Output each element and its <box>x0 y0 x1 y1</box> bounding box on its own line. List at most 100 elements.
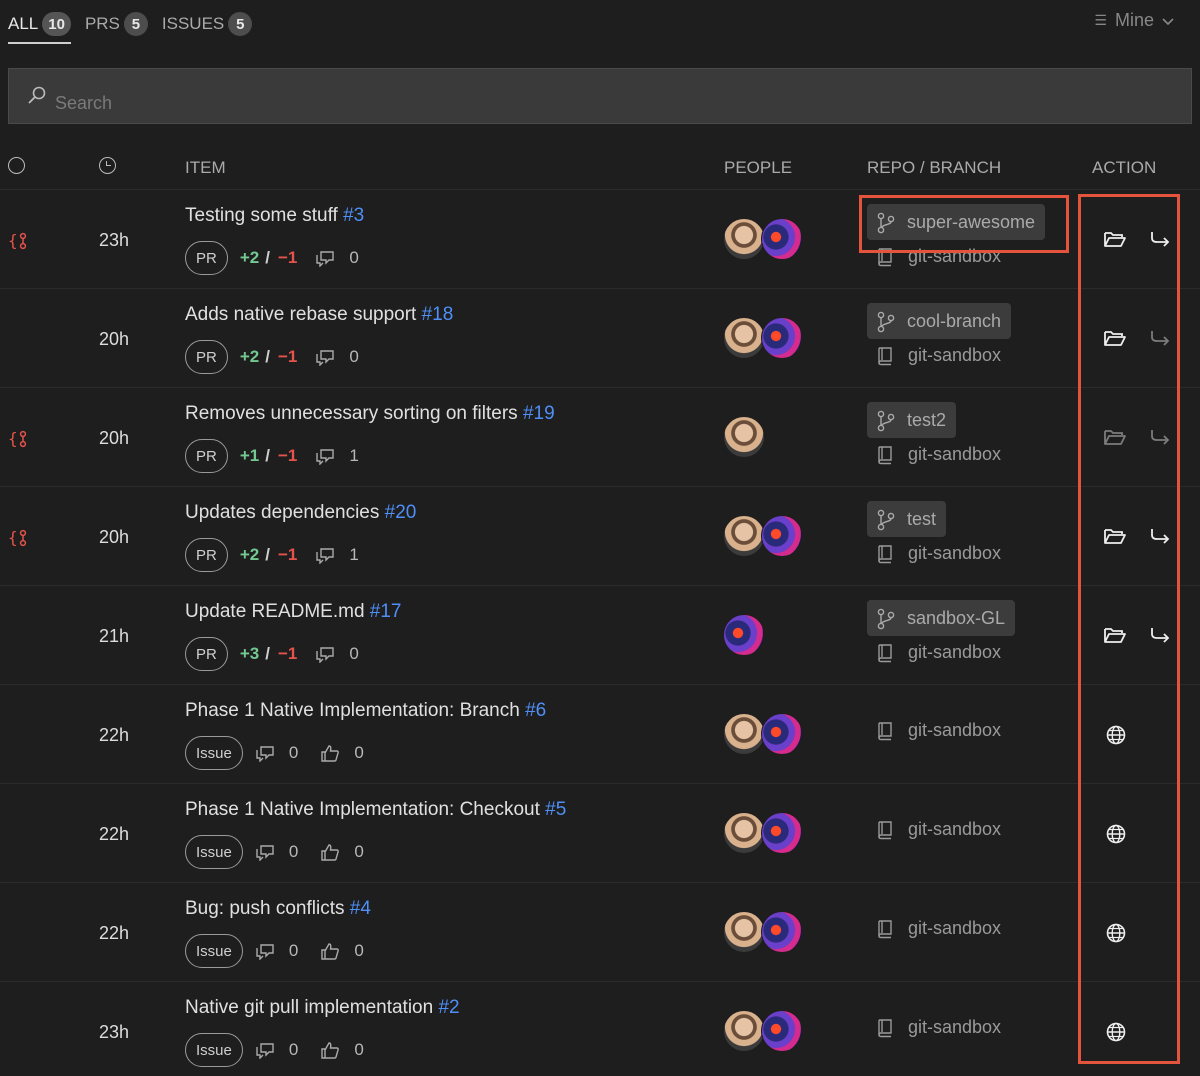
avatar[interactable] <box>723 614 765 656</box>
people-avatars <box>723 317 803 359</box>
branch-chip[interactable]: cool-branch <box>867 303 1012 339</box>
repo-name: git-sandbox <box>908 1017 1002 1037</box>
avatar[interactable] <box>723 218 765 260</box>
diff-separator: / <box>265 446 270 465</box>
avatar[interactable] <box>761 812 803 854</box>
clock-icon <box>99 156 116 174</box>
item-title-link[interactable]: Bug: push conflicts #4 <box>185 898 371 920</box>
people-column-header[interactable]: PEOPLE <box>724 158 844 178</box>
tab-prs[interactable]: PRS 5 <box>85 10 148 38</box>
repo-name: git-sandbox <box>908 444 1002 464</box>
item-title-link[interactable]: Update README.md #17 <box>185 601 402 623</box>
avatar[interactable] <box>723 911 765 953</box>
branch-chip[interactable]: sandbox-GL <box>867 600 1016 636</box>
avatar[interactable] <box>761 515 803 557</box>
item-title-link[interactable]: Updates dependencies #20 <box>185 502 416 524</box>
item-title: Phase 1 Native Implementation: Branch <box>185 700 520 721</box>
avatar[interactable] <box>761 911 803 953</box>
avatar[interactable] <box>723 317 765 359</box>
branch-name: test <box>907 508 937 529</box>
svg-text:{: { <box>8 231 18 250</box>
git-branch-icon <box>877 410 895 432</box>
item-title-link[interactable]: Phase 1 Native Implementation: Checkout … <box>185 799 566 821</box>
time-column-header[interactable] <box>99 156 159 179</box>
item-title: Bug: push conflicts <box>185 898 345 919</box>
branch-name: test2 <box>907 409 947 430</box>
item-number: #20 <box>384 502 417 523</box>
item-column-header[interactable]: ITEM <box>185 158 705 178</box>
filter-dropdown[interactable]: ☰ Mine <box>1094 10 1174 31</box>
issue-row[interactable]: 23h Native git pull implementation #2 Issu… <box>0 982 1200 1076</box>
deletions-count: −1 <box>277 545 298 564</box>
item-type-badge: PR <box>185 538 228 572</box>
repo-name: git-sandbox <box>908 918 1002 938</box>
merge-conflict-icon: { <box>8 429 30 455</box>
repo-label: git-sandbox <box>876 345 1001 366</box>
people-avatars <box>723 218 803 260</box>
repo-icon <box>876 544 894 564</box>
tab-bar: ALL 10 PRS 5 ISSUES 5 <box>8 8 266 44</box>
repo-branch-column-header[interactable]: REPO / BRANCH <box>867 158 1077 178</box>
item-title-link[interactable]: Testing some stuff #3 <box>185 205 364 227</box>
pull-request-row[interactable]: {20h Removes unnecessary sorting on filte… <box>0 388 1200 487</box>
avatar[interactable] <box>761 218 803 260</box>
updated-time: 20h <box>99 428 130 448</box>
comment-count: 1 <box>349 446 359 465</box>
avatar[interactable] <box>723 713 765 755</box>
repo-name: git-sandbox <box>908 642 1002 662</box>
item-title: Removes unnecessary sorting on filters <box>185 403 518 424</box>
branch-name: sandbox-GL <box>907 607 1006 628</box>
pull-request-row[interactable]: 20h Adds native rebase support #18 PR +2 / −1… <box>0 289 1200 388</box>
item-number: #18 <box>421 304 454 325</box>
comment-icon <box>255 1041 275 1060</box>
avatar[interactable] <box>761 1010 803 1052</box>
comment-icon <box>315 447 335 466</box>
avatar[interactable] <box>723 416 765 458</box>
pull-request-row[interactable]: 21h Update README.md #17 PR +3 / −1 0 sandbox-G… <box>0 586 1200 685</box>
repo-label: git-sandbox <box>876 918 1001 939</box>
additions-count: +1 <box>239 446 260 465</box>
item-type-badge: PR <box>185 637 228 671</box>
pull-request-row[interactable]: {20h Updates dependencies #20 PR +2 / −1 1 test… <box>0 487 1200 586</box>
avatar[interactable] <box>723 812 765 854</box>
comment-count: 0 <box>288 941 299 960</box>
search-icon <box>27 86 47 106</box>
tab-issues[interactable]: ISSUES 5 <box>162 10 253 38</box>
branch-chip[interactable]: test <box>867 501 947 537</box>
updated-time: 21h <box>99 626 130 646</box>
item-meta: PR +1 / −1 1 <box>185 439 381 473</box>
issue-row[interactable]: 22h Phase 1 Native Implementation: Checko… <box>0 784 1200 883</box>
item-title-link[interactable]: Native git pull implementation #2 <box>185 997 460 1019</box>
item-number: #5 <box>545 799 567 820</box>
item-number: #4 <box>349 898 371 919</box>
tab-all[interactable]: ALL 10 <box>8 10 71 44</box>
people-avatars <box>723 911 803 953</box>
status-indicator: { <box>8 230 48 257</box>
search-input[interactable] <box>55 92 1155 114</box>
avatar[interactable] <box>761 317 803 359</box>
repo-icon <box>876 445 894 465</box>
item-title-link[interactable]: Removes unnecessary sorting on filters #… <box>185 403 555 425</box>
avatar[interactable] <box>723 515 765 557</box>
avatar[interactable] <box>723 1010 765 1052</box>
additions-count: +2 <box>239 347 260 366</box>
repo-label: git-sandbox <box>876 642 1001 663</box>
repo-icon <box>876 346 894 366</box>
additions-count: +2 <box>239 545 260 564</box>
issue-row[interactable]: 22h Bug: push conflicts #4 Issue 0 0 git-sand… <box>0 883 1200 982</box>
item-list: {23h Testing some stuff #3 PR +2/−1 0 super-a… <box>0 190 1200 1076</box>
item-number: #17 <box>369 601 402 622</box>
item-number: #6 <box>525 700 547 721</box>
comment-icon <box>255 744 275 763</box>
item-title-link[interactable]: Adds native rebase support #18 <box>185 304 453 326</box>
repo-name: git-sandbox <box>908 345 1002 365</box>
people-avatars <box>723 614 765 656</box>
avatar[interactable] <box>761 713 803 755</box>
status-column-header[interactable] <box>8 156 48 179</box>
git-branch-icon <box>877 509 895 531</box>
branch-chip[interactable]: test2 <box>867 402 957 438</box>
circle-icon <box>8 156 25 174</box>
repo-label: git-sandbox <box>876 720 1001 741</box>
issue-row[interactable]: 22h Phase 1 Native Implementation: Branch… <box>0 685 1200 784</box>
item-title-link[interactable]: Phase 1 Native Implementation: Branch #6 <box>185 700 546 722</box>
